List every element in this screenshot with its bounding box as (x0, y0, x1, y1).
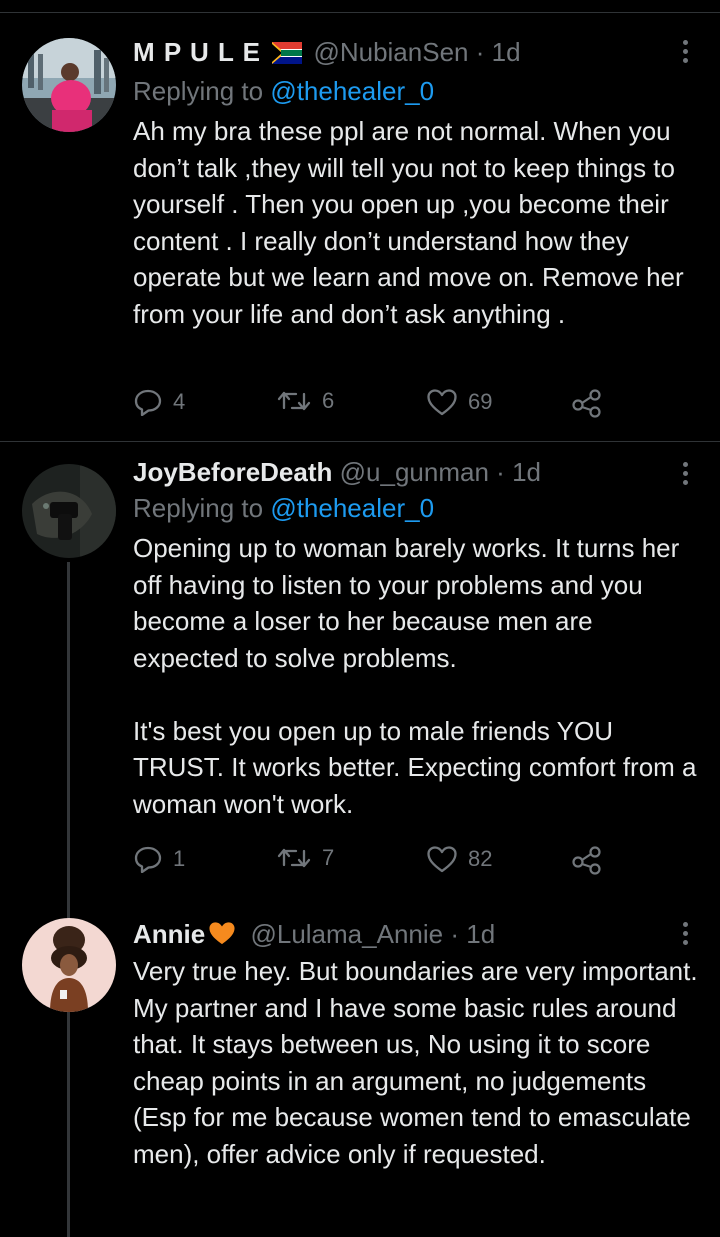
more-icon[interactable] (682, 922, 690, 949)
reply-count: 4 (173, 389, 186, 414)
avatar[interactable] (22, 464, 116, 558)
handle[interactable]: @Lulama_Annie (250, 919, 443, 949)
tweet-header: JoyBeforeDeath @u_gunman · 1d (133, 456, 703, 488)
reply-button[interactable]: 4 (133, 388, 185, 416)
share-icon (571, 388, 603, 418)
replying-to: Replying to @thehealer_0 (133, 492, 703, 524)
display-name[interactable]: M P U L E (133, 37, 261, 67)
share-button[interactable] (571, 845, 603, 875)
separator-dot: · (450, 919, 460, 949)
mention-link[interactable]: @thehealer_0 (270, 76, 434, 106)
retweet-button[interactable]: 6 (276, 388, 334, 414)
avatar[interactable] (22, 918, 116, 1012)
reply-icon (133, 388, 163, 416)
display-name[interactable]: Annie (133, 919, 205, 949)
timestamp[interactable]: 1d (512, 457, 541, 487)
orange-heart-icon (207, 920, 237, 953)
tweet-actions: 1 7 82 (133, 845, 693, 885)
tweet-text: Ah my bra these ppl are not normal. When… (133, 116, 691, 329)
share-icon (571, 845, 603, 875)
retweet-icon (276, 388, 312, 414)
retweet-count: 7 (322, 845, 335, 870)
like-button[interactable]: 82 (426, 845, 492, 873)
like-button[interactable]: 69 (426, 388, 492, 416)
share-button[interactable] (571, 388, 603, 418)
replying-to: Replying to @thehealer_0 (133, 75, 703, 107)
tweet-header: M P U L E @NubianSen · 1d (133, 36, 703, 71)
retweet-button[interactable]: 7 (276, 845, 334, 871)
replying-to-label: Replying to (133, 493, 264, 523)
timestamp[interactable]: 1d (492, 37, 521, 67)
tweet-header: Annie @Lulama_Annie · 1d (133, 918, 703, 953)
top-divider (0, 12, 720, 13)
handle[interactable]: @u_gunman (340, 457, 489, 487)
like-icon (426, 388, 458, 416)
display-name[interactable]: JoyBeforeDeath (133, 457, 332, 487)
separator-dot: · (475, 37, 485, 67)
like-count: 69 (468, 389, 493, 414)
reply-count: 1 (173, 846, 186, 871)
tweet-text: Very true hey. But boundaries are very i… (133, 956, 705, 1169)
tweet-actions: 4 6 69 (133, 388, 693, 428)
avatar[interactable] (22, 38, 116, 132)
reply-button[interactable]: 1 (133, 845, 185, 873)
like-count: 82 (468, 846, 493, 871)
more-icon[interactable] (682, 40, 690, 67)
tweet-text: Opening up to woman barely works. It tur… (133, 533, 697, 819)
replying-to-label: Replying to (133, 76, 264, 106)
reply-icon (133, 845, 163, 873)
thread-line (67, 562, 70, 1237)
like-icon (426, 845, 458, 873)
mention-link[interactable]: @thehealer_0 (270, 493, 434, 523)
tweet-divider (0, 441, 720, 442)
separator-dot: · (496, 457, 505, 487)
retweet-count: 6 (322, 388, 335, 413)
timestamp[interactable]: 1d (466, 919, 495, 949)
handle[interactable]: @NubianSen (313, 37, 468, 67)
retweet-icon (276, 845, 312, 871)
flag-south-africa-icon (272, 39, 303, 71)
more-icon[interactable] (682, 462, 690, 489)
